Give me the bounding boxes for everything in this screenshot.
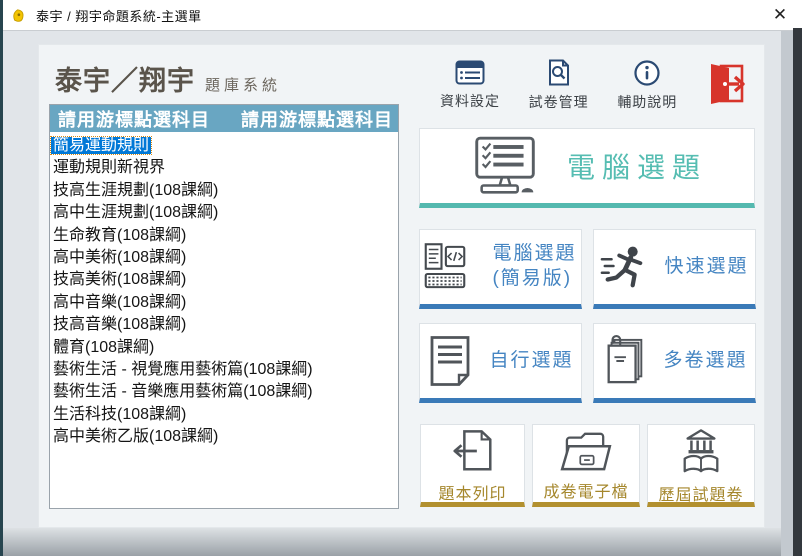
help-button[interactable]: 輔助說明 xyxy=(608,59,686,112)
runner-icon xyxy=(600,244,650,290)
quick-select-label: 快速選題 xyxy=(664,255,748,280)
data-settings-label: 資料設定 xyxy=(440,91,500,111)
subject-item[interactable]: 生活科技(108課綱) xyxy=(51,404,398,426)
subject-item[interactable]: 高中美術(108課綱) xyxy=(51,247,398,269)
document-lines-icon xyxy=(427,335,473,387)
exit-button[interactable] xyxy=(697,59,757,112)
window-right-border xyxy=(793,28,802,556)
exam-management-icon xyxy=(545,59,573,87)
window-left-border xyxy=(0,0,3,556)
subject-item[interactable]: 運動規則新視界 xyxy=(51,157,398,179)
app-icon xyxy=(10,7,27,24)
paper-stack-icon xyxy=(601,334,649,388)
computer-select-label: 電腦選題 xyxy=(567,146,707,186)
quick-select-button[interactable]: 快速選題 xyxy=(593,229,756,309)
folder-icon xyxy=(559,430,613,472)
data-settings-icon xyxy=(455,59,485,86)
top-toolbar: 資料設定 試卷管理 輔助說明 xyxy=(431,59,757,112)
brand-subtitle: 題庫系統 xyxy=(205,74,281,95)
subject-list-header-left: 請用游標點選科目 xyxy=(58,106,210,132)
help-icon xyxy=(633,59,661,87)
subject-item[interactable]: 簡易運動規則 xyxy=(51,135,398,157)
subject-item[interactable]: 高中美術乙版(108課綱) xyxy=(51,426,398,448)
print-export-icon xyxy=(449,428,497,474)
past-papers-label: 歷屆試題卷 xyxy=(658,481,743,505)
subject-item[interactable]: 高中音樂(108課綱) xyxy=(51,292,398,314)
multi-paper-select-button[interactable]: 多卷選題 xyxy=(593,323,756,403)
subject-list-header-right: 請用游標點選科目 xyxy=(241,106,393,132)
subject-item[interactable]: 技高美術(108課綱) xyxy=(51,269,398,291)
computer-select-button[interactable]: 電腦選題 xyxy=(419,128,755,208)
keyboard-code-icon xyxy=(424,241,480,293)
subject-item[interactable]: 技高音樂(108課綱) xyxy=(51,314,398,336)
past-papers-button[interactable]: 歷屆試題卷 xyxy=(647,424,755,507)
app-window: 泰宇 / 翔宇命題系統-主選單 ✕ 泰宇／翔宇 題庫系統 資料設定 xyxy=(0,0,802,556)
subject-item[interactable]: 生命教育(108課綱) xyxy=(51,225,398,247)
exam-management-label: 試卷管理 xyxy=(529,92,589,112)
subject-list-items: 簡易運動規則 運動規則新視界 技高生涯規劃(108課綱) 高中生涯規劃(108課… xyxy=(50,132,398,449)
brand-logo: 泰宇／翔宇 題庫系統 xyxy=(55,59,281,98)
subject-item[interactable]: 藝術生活 - 音樂應用藝術篇(108課綱) xyxy=(51,381,398,403)
main-panel: 泰宇／翔宇 題庫系統 資料設定 xyxy=(38,44,765,528)
print-booklet-button[interactable]: 題本列印 xyxy=(420,424,525,507)
computer-select-simple-button[interactable]: 電腦選題(簡易版) xyxy=(419,229,582,309)
close-button[interactable]: ✕ xyxy=(768,4,792,26)
subject-item[interactable]: 技高生涯規劃(108課綱) xyxy=(51,180,398,202)
subject-item[interactable]: 藝術生活 - 視覺應用藝術篇(108課綱) xyxy=(51,359,398,381)
subject-item[interactable]: 高中生涯規劃(108課綱) xyxy=(51,202,398,224)
exit-door-icon xyxy=(707,62,747,106)
print-booklet-label: 題本列印 xyxy=(438,480,506,504)
efile-button[interactable]: 成卷電子檔 xyxy=(532,424,640,507)
titlebar: 泰宇 / 翔宇命題系統-主選單 ✕ xyxy=(0,0,802,31)
efile-label: 成卷電子檔 xyxy=(543,478,628,502)
window-right-margin xyxy=(781,30,793,556)
computer-checklist-icon xyxy=(467,135,545,197)
data-settings-button[interactable]: 資料設定 xyxy=(431,59,509,112)
archive-bank-icon xyxy=(678,427,724,475)
exam-management-button[interactable]: 試卷管理 xyxy=(520,59,598,112)
subject-item[interactable]: 體育(108課綱) xyxy=(51,337,398,359)
brand-name: 泰宇／翔宇 xyxy=(55,59,195,98)
computer-select-simple-label: 電腦選題(簡易版) xyxy=(492,242,576,291)
window-bottom-border xyxy=(0,528,802,556)
subject-listbox[interactable]: 請用游標點選科目 請用游標點選科目 簡易運動規則 運動規則新視界 技高生涯規劃(… xyxy=(49,104,399,509)
help-label: 輔助說明 xyxy=(617,92,677,112)
multi-paper-select-label: 多卷選題 xyxy=(663,349,747,374)
self-select-label: 自行選題 xyxy=(489,349,573,374)
self-select-button[interactable]: 自行選題 xyxy=(419,323,582,403)
window-title: 泰宇 / 翔宇命題系統-主選單 xyxy=(36,6,202,25)
subject-list-header: 請用游標點選科目 請用游標點選科目 xyxy=(50,105,398,132)
